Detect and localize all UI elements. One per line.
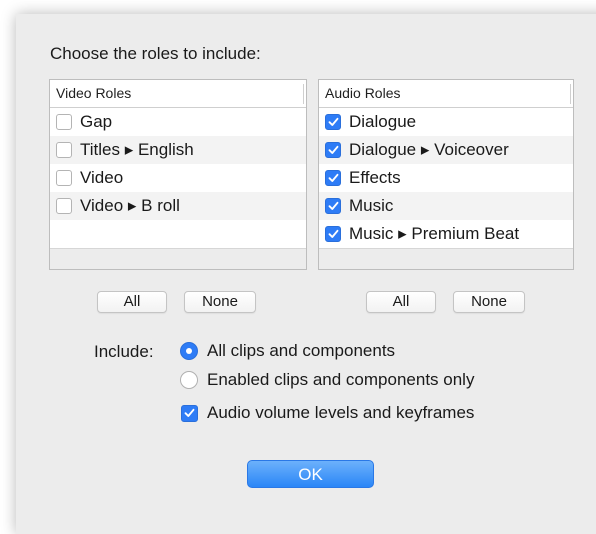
checkmark-icon (328, 229, 338, 238)
dialog-heading: Choose the roles to include: (50, 44, 261, 63)
checkmark-icon (184, 408, 195, 417)
list-footer (319, 248, 573, 269)
audio-role-row-music[interactable]: Music (319, 192, 573, 220)
audio-role-checkbox-effects[interactable] (325, 170, 341, 186)
audio-select-none-button[interactable]: None (453, 291, 525, 313)
audio-roles-header-label: Audio Roles (325, 85, 401, 101)
video-role-checkbox-video-b-roll[interactable] (56, 198, 72, 214)
audio-role-checkbox-dialogue[interactable] (325, 114, 341, 130)
video-role-checkbox-titles-english[interactable] (56, 142, 72, 158)
include-label: Include: (94, 342, 154, 361)
include-all-clips-radio[interactable] (180, 342, 198, 360)
video-roles-header-label: Video Roles (56, 85, 132, 101)
video-role-row-titles-english[interactable]: Titles ▸ English (50, 136, 306, 164)
include-enabled-clips-option[interactable]: Enabled clips and components only (180, 370, 474, 390)
video-select-none-button[interactable]: None (184, 291, 256, 313)
audio-role-checkbox-dialogue-voiceover[interactable] (325, 142, 341, 158)
audio-select-all-button[interactable]: All (366, 291, 436, 313)
video-select-all-button[interactable]: All (97, 291, 167, 313)
video-role-label: Titles ▸ English (80, 140, 194, 159)
audio-role-checkbox-music-premium-beat[interactable] (325, 226, 341, 242)
ok-button[interactable]: OK (247, 460, 374, 488)
audio-roles-list: Audio Roles Dialogue Dialogue ▸ Voiceove… (318, 79, 574, 270)
video-role-checkbox-gap[interactable] (56, 114, 72, 130)
audio-role-row-dialogue-voiceover[interactable]: Dialogue ▸ Voiceover (319, 136, 573, 164)
column-divider (303, 84, 304, 104)
video-role-label: Video ▸ B roll (80, 196, 180, 215)
audio-roles-header[interactable]: Audio Roles (319, 80, 573, 108)
include-enabled-clips-label: Enabled clips and components only (207, 370, 475, 389)
audio-role-label: Dialogue (349, 112, 417, 131)
include-all-clips-label: All clips and components (207, 341, 396, 360)
empty-row (50, 220, 306, 248)
checkmark-icon (328, 145, 338, 154)
video-role-row-gap[interactable]: Gap (50, 108, 306, 136)
video-role-row-video-b-roll[interactable]: Video ▸ B roll (50, 192, 306, 220)
audio-role-checkbox-music[interactable] (325, 198, 341, 214)
include-enabled-clips-radio[interactable] (180, 371, 198, 389)
video-role-checkbox-video[interactable] (56, 170, 72, 186)
audio-role-label: Effects (349, 168, 401, 187)
video-role-label: Gap (80, 112, 113, 131)
audio-role-label: Music ▸ Premium Beat (349, 224, 520, 243)
include-all-clips-option[interactable]: All clips and components (180, 341, 395, 361)
video-roles-list: Video Roles Gap Titles ▸ English Video V… (49, 79, 307, 270)
audio-levels-label: Audio volume levels and keyframes (207, 403, 475, 422)
radio-dot (186, 348, 192, 354)
audio-role-label: Dialogue ▸ Voiceover (349, 140, 509, 159)
checkmark-icon (328, 201, 338, 210)
column-divider (570, 84, 571, 104)
audio-role-row-effects[interactable]: Effects (319, 164, 573, 192)
audio-levels-option[interactable]: Audio volume levels and keyframes (180, 403, 474, 423)
checkmark-icon (328, 173, 338, 182)
audio-role-row-music-premium-beat[interactable]: Music ▸ Premium Beat (319, 220, 573, 248)
audio-role-row-dialogue[interactable]: Dialogue (319, 108, 573, 136)
audio-role-label: Music (349, 196, 394, 215)
video-roles-header[interactable]: Video Roles (50, 80, 306, 108)
checkmark-icon (328, 117, 338, 126)
video-role-row-video[interactable]: Video (50, 164, 306, 192)
list-footer (50, 248, 306, 269)
video-role-label: Video (80, 168, 124, 187)
audio-levels-checkbox[interactable] (181, 404, 198, 422)
